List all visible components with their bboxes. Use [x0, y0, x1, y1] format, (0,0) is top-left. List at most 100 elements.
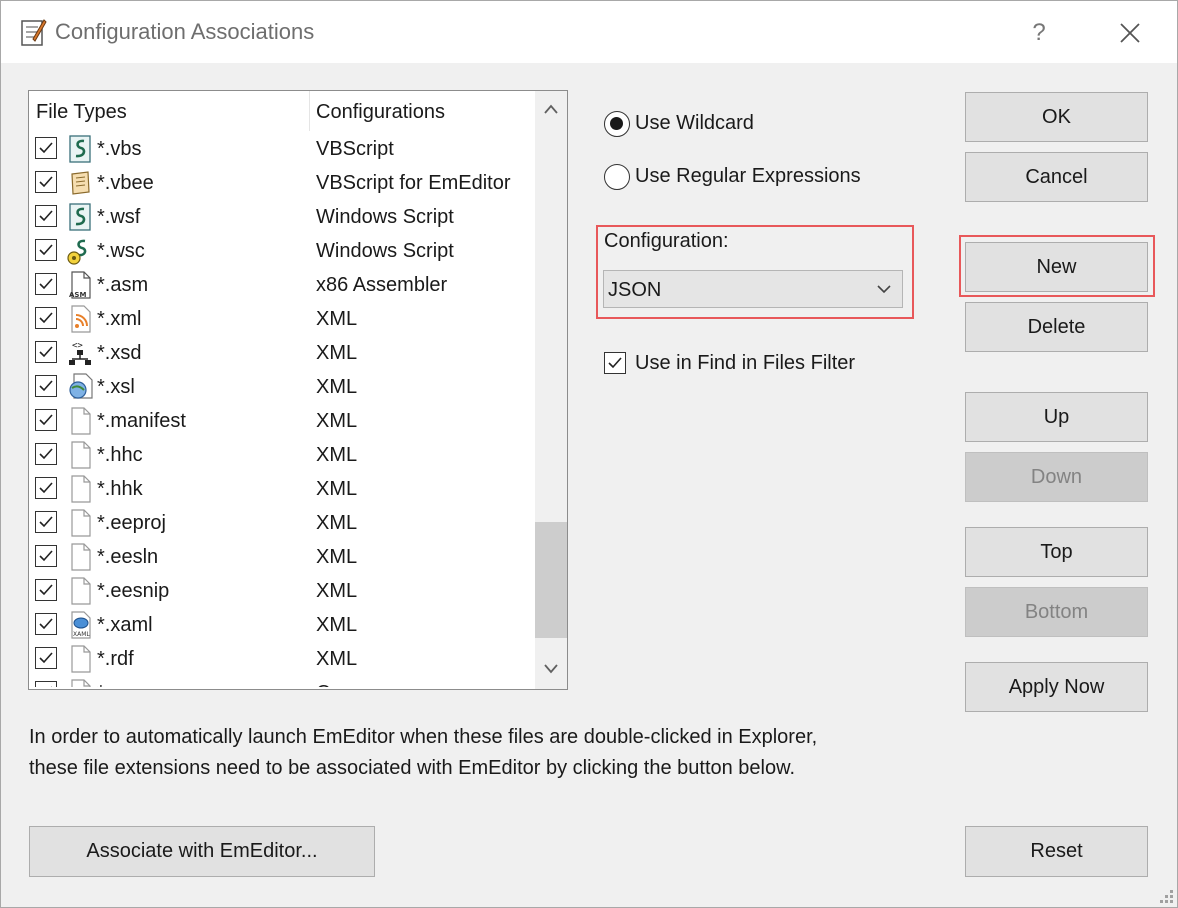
list-item[interactable]: *.hhk XML [29, 472, 535, 506]
file-type-label: *.eesln [97, 546, 159, 568]
list-item[interactable]: *.wsf Windows Script [29, 200, 535, 234]
top-button[interactable]: Top [965, 527, 1148, 577]
row-checkbox[interactable] [35, 239, 57, 261]
up-button[interactable]: Up [965, 392, 1148, 442]
scroll-up-button[interactable] [535, 91, 567, 125]
script-component-icon [66, 236, 94, 266]
row-checkbox[interactable] [35, 477, 57, 499]
column-header-file-types[interactable]: File Types [36, 91, 127, 131]
notepad-icon [19, 17, 47, 47]
configuration-label: XML [316, 512, 358, 534]
list-item[interactable]: *.vbee VBScript for EmEditor [29, 166, 535, 200]
row-checkbox[interactable] [35, 273, 57, 295]
close-button[interactable] [1107, 13, 1153, 53]
column-divider[interactable] [309, 91, 310, 131]
scroll-down-button[interactable] [535, 653, 567, 687]
checkmark-icon [50, 686, 52, 687]
file-type-label: *.vbs [97, 138, 142, 160]
configuration-label: Windows Script [316, 240, 454, 262]
use-regex-label[interactable]: Use Regular Expressions [635, 165, 861, 188]
blank-file-icon [66, 406, 94, 436]
list-item[interactable]: XAML *.xaml XML [29, 608, 535, 642]
reset-button[interactable]: Reset [965, 826, 1148, 877]
row-checkbox[interactable] [35, 579, 57, 601]
scroll-thumb[interactable] [535, 522, 567, 638]
configuration-label: XML [316, 410, 358, 432]
file-type-label: *.wsc [97, 240, 145, 262]
checkmark-icon [39, 278, 53, 290]
configuration-label: XML [316, 342, 358, 364]
use-regex-radio[interactable] [604, 164, 630, 190]
resize-grip-icon[interactable] [1155, 885, 1175, 905]
row-checkbox[interactable] [35, 137, 57, 159]
row-checkbox[interactable] [35, 511, 57, 533]
row-checkbox[interactable] [35, 341, 57, 363]
new-button[interactable]: New [965, 242, 1148, 292]
schema-tree-icon: <> [66, 338, 94, 368]
configuration-label: VBScript [316, 138, 394, 160]
file-type-label: *.xsl [97, 376, 135, 398]
configuration-label: XML [316, 648, 358, 670]
configuration-label: XML [316, 580, 358, 602]
checkmark-icon [39, 414, 53, 426]
row-checkbox[interactable] [35, 409, 57, 431]
checkmark-icon [39, 516, 53, 528]
list-item[interactable]: *. C [29, 676, 535, 687]
checkmark-icon [39, 482, 53, 494]
row-checkbox[interactable] [35, 545, 57, 567]
list-item[interactable]: *.eesln XML [29, 540, 535, 574]
row-checkbox[interactable] [35, 443, 57, 465]
checkmark-icon [39, 346, 53, 358]
list-item[interactable]: *.hhc XML [29, 438, 535, 472]
use-wildcard-radio[interactable] [604, 111, 630, 137]
column-header-configurations[interactable]: Configurations [316, 91, 445, 131]
list-item[interactable]: *.wsc Windows Script [29, 234, 535, 268]
list-item[interactable]: *.vbs VBScript [29, 132, 535, 166]
cancel-button[interactable]: Cancel [965, 152, 1148, 202]
row-checkbox[interactable] [35, 681, 57, 687]
row-checkbox[interactable] [35, 171, 57, 193]
list-item[interactable]: *.xml XML [29, 302, 535, 336]
list-item[interactable]: *.manifest XML [29, 404, 535, 438]
file-type-label: *.hhc [97, 444, 143, 466]
svg-text:XAML: XAML [73, 631, 90, 638]
file-type-label: *.hhk [97, 478, 143, 500]
use-in-find-checkbox[interactable] [604, 352, 626, 374]
ok-button[interactable]: OK [965, 92, 1148, 142]
checkmark-icon [39, 380, 53, 392]
row-checkbox[interactable] [35, 613, 57, 635]
bottom-button[interactable]: Bottom [965, 587, 1148, 637]
delete-button[interactable]: Delete [965, 302, 1148, 352]
configuration-value: JSON [608, 279, 662, 301]
file-types-list[interactable]: File Types Configurations *.vbs VBScript *… [28, 90, 568, 690]
row-checkbox[interactable] [35, 647, 57, 669]
file-type-label: *.xaml [97, 614, 153, 636]
configuration-label: XML [316, 444, 358, 466]
file-type-label: *.eesnip [97, 580, 170, 602]
row-checkbox[interactable] [35, 205, 57, 227]
checkmark-icon [39, 142, 53, 154]
list-item[interactable]: <> *.xsd XML [29, 336, 535, 370]
list-header: File Types Configurations [29, 91, 535, 131]
down-button[interactable]: Down [965, 452, 1148, 502]
list-item[interactable]: *.xsl XML [29, 370, 535, 404]
list-item[interactable]: *.rdf XML [29, 642, 535, 676]
file-type-label: *.wsf [97, 206, 141, 228]
blank-file-icon [66, 440, 94, 470]
apply-now-button[interactable]: Apply Now [965, 662, 1148, 712]
help-button[interactable]: ? [1019, 13, 1059, 53]
xaml-file-icon: XAML [66, 610, 94, 640]
row-checkbox[interactable] [35, 307, 57, 329]
radio-selected-dot [610, 117, 623, 130]
configuration-select[interactable]: JSON [603, 270, 903, 308]
use-wildcard-label[interactable]: Use Wildcard [635, 112, 754, 135]
list-item[interactable]: *.eesnip XML [29, 574, 535, 608]
list-item[interactable]: ASM *.asm x86 Assembler [29, 268, 535, 302]
list-item[interactable]: *.eeproj XML [29, 506, 535, 540]
row-checkbox[interactable] [35, 375, 57, 397]
associate-with-emeditor-button[interactable]: Associate with EmEditor... [29, 826, 375, 877]
vertical-scrollbar[interactable] [535, 91, 567, 689]
title-bar: Configuration Associations ? [1, 1, 1177, 63]
window-title: Configuration Associations [55, 19, 315, 44]
use-in-find-label[interactable]: Use in Find in Files Filter [635, 352, 855, 375]
